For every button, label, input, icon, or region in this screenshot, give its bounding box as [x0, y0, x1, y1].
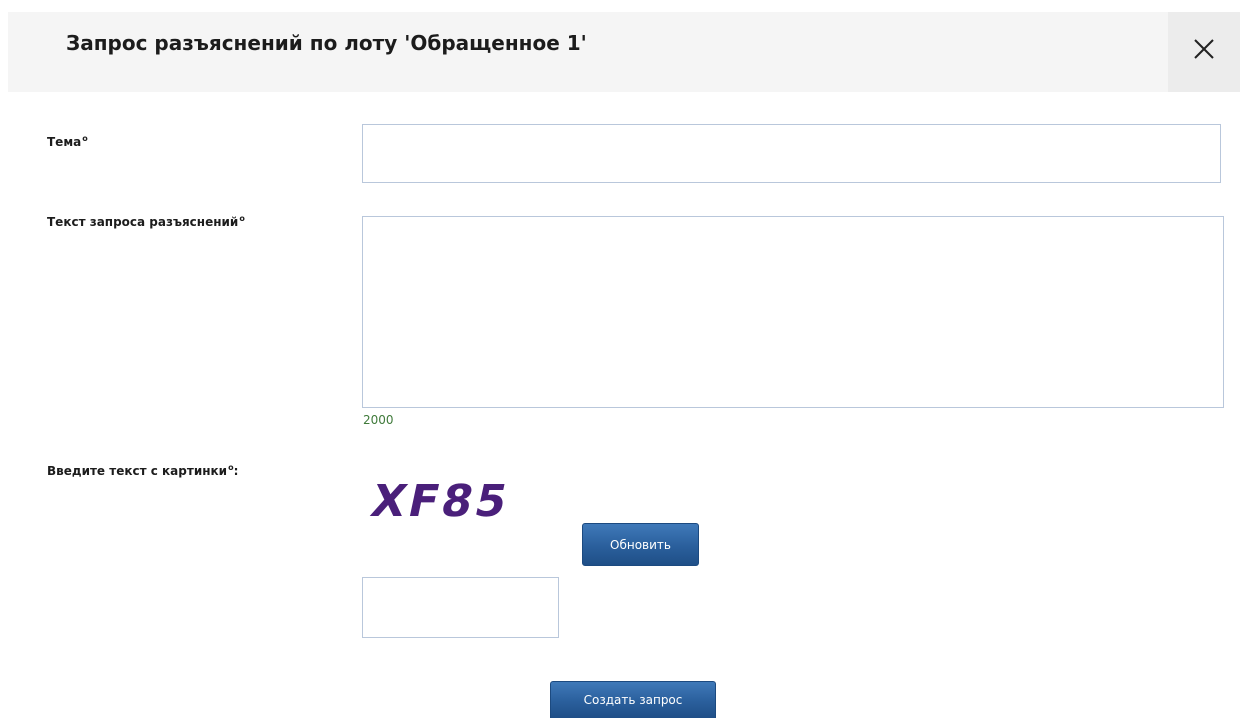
clarification-request-dialog: Запрос разъяснений по лоту 'Обращенное 1… — [0, 0, 1245, 718]
subject-label-text: Тема — [47, 135, 82, 149]
dialog-header: Запрос разъяснений по лоту 'Обращенное 1… — [8, 12, 1240, 92]
captcha-image-text: XF85 — [368, 476, 515, 526]
captcha-label: Введите текст с картинкиo: — [47, 463, 238, 478]
close-button[interactable] — [1168, 12, 1240, 92]
request-text-textarea[interactable] — [362, 216, 1224, 408]
required-mark: o — [82, 134, 88, 143]
close-icon — [1194, 39, 1214, 59]
captcha-label-colon: : — [233, 464, 239, 478]
captcha-image: XF85 — [368, 476, 515, 526]
dialog-title: Запрос разъяснений по лоту 'Обращенное 1… — [66, 31, 587, 55]
required-mark: o — [239, 214, 245, 223]
request-text-label-text: Текст запроса разъяснений — [47, 215, 239, 229]
captcha-input[interactable] — [362, 577, 559, 638]
subject-input[interactable] — [362, 124, 1221, 183]
character-counter: 2000 — [363, 413, 394, 427]
captcha-label-text: Введите текст с картинки — [47, 464, 228, 478]
create-request-button[interactable]: Создать запрос — [550, 681, 716, 718]
subject-label: Темаo — [47, 134, 88, 149]
refresh-captcha-button[interactable]: Обновить — [582, 523, 699, 566]
request-text-label: Текст запроса разъясненийo — [47, 214, 245, 229]
